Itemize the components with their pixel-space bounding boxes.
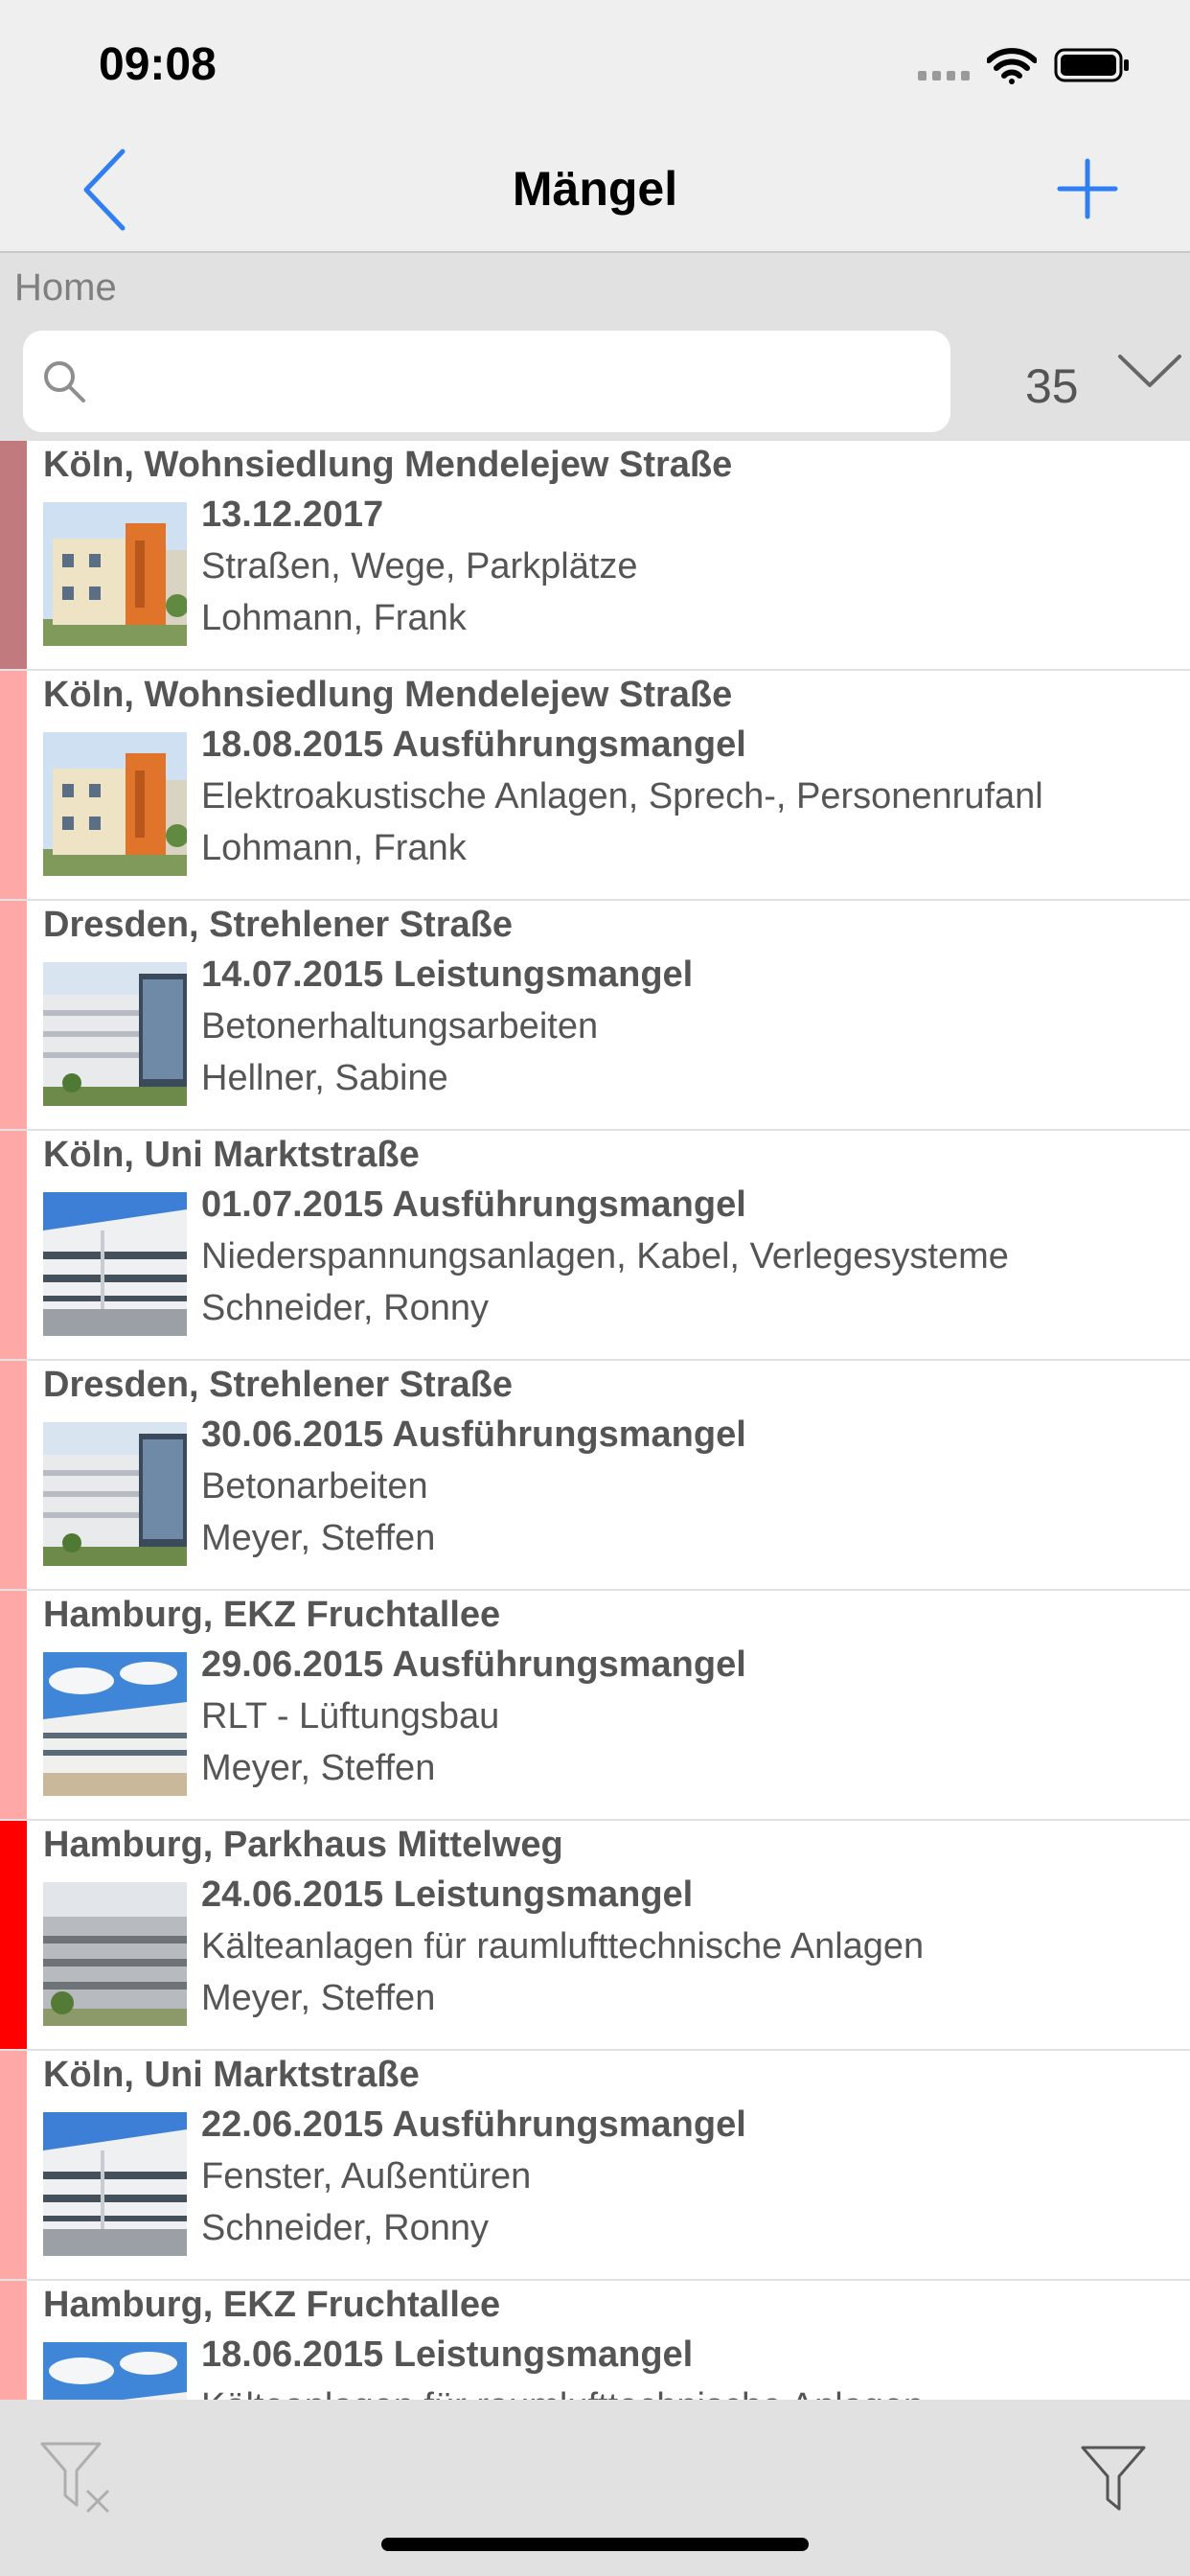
status-time: 09:08 [99,39,217,90]
plus-icon [1057,158,1118,219]
item-date-type: 18.06.2015 Leistungsmangel [201,2334,694,2375]
item-location: Hamburg, EKZ Fruchtallee [43,1595,501,1635]
filter-icon[interactable] [1079,2442,1148,2513]
list-item[interactable]: Dresden, Strehlener Straße 30.06.2015 Au… [0,1361,1190,1591]
item-location: Köln, Wohnsiedlung Mendelejew Straße [43,445,733,485]
list-item[interactable]: Köln, Uni Marktstraße 01.07.2015 Ausführ… [0,1131,1190,1361]
breadcrumb[interactable]: Home [14,266,117,310]
item-person: Hellner, Sabine [201,1058,448,1098]
item-trade: Fenster, Außentüren [201,2156,532,2196]
item-person: Lohmann, Frank [201,598,467,638]
office-white-photo [43,1192,187,1336]
search-icon [44,361,85,402]
mall-sky-photo [43,2342,187,2400]
priority-indicator [0,1591,27,1819]
item-location: Köln, Uni Marktstraße [43,1135,420,1175]
item-person: Schneider, Ronny [201,1288,489,1328]
filter-clear-icon[interactable] [38,2438,119,2515]
item-trade: RLT - Lüftungsbau [201,1696,500,1736]
item-date-type: 14.07.2015 Leistungsmangel [201,954,694,995]
item-person: Schneider, Ronny [201,2208,489,2248]
result-count: 35 [1025,359,1079,413]
item-person: Meyer, Steffen [201,1748,436,1788]
item-trade: Niederspannungsanlagen, Kabel, Verlegesy… [201,1236,1009,1276]
navigation-bar: Mängel [0,126,1190,253]
cellular-signal-icon [918,71,972,80]
priority-indicator [0,2281,27,2400]
home-indicator [381,2538,809,2551]
item-date-type: 30.06.2015 Ausführungsmangel [201,1414,746,1455]
office-white-photo [43,2112,187,2256]
item-trade: Elektroakustische Anlagen, Sprech-, Pers… [201,776,1043,816]
item-date-type: 24.06.2015 Leistungsmangel [201,1874,694,1915]
priority-indicator [0,1361,27,1589]
parking-garage-photo [43,1882,187,2026]
search-input[interactable] [23,331,950,432]
list-item[interactable]: Hamburg, EKZ Fruchtallee 29.06.2015 Ausf… [0,1591,1190,1821]
list-item[interactable]: Köln, Wohnsiedlung Mendelejew Straße 18.… [0,671,1190,901]
priority-indicator [0,1131,27,1359]
item-date-type: 22.06.2015 Ausführungsmangel [201,2104,746,2145]
list-item[interactable]: Hamburg, Parkhaus Mittelweg 24.06.2015 L… [0,1821,1190,2051]
item-trade: Kälteanlagen für raumlufttechnische Anla… [201,2386,924,2400]
item-location: Köln, Wohnsiedlung Mendelejew Straße [43,675,733,715]
building-orange-photo [43,502,187,646]
list-item[interactable]: Hamburg, EKZ Fruchtallee 18.06.2015 Leis… [0,2281,1190,2400]
item-location: Hamburg, EKZ Fruchtallee [43,2285,501,2325]
building-orange-photo [43,732,187,876]
office-glass-photo [43,962,187,1106]
item-location: Hamburg, Parkhaus Mittelweg [43,1825,563,1865]
priority-indicator [0,1821,27,2049]
item-trade: Betonerhaltungsarbeiten [201,1006,599,1046]
item-date-type: 29.06.2015 Ausführungsmangel [201,1644,746,1685]
wifi-icon [987,48,1037,84]
item-date-type: 01.07.2015 Ausführungsmangel [201,1184,746,1225]
office-glass-photo [43,1422,187,1566]
battery-icon [1054,48,1129,82]
item-location: Dresden, Strehlener Straße [43,1365,513,1405]
priority-indicator [0,2051,27,2279]
item-location: Dresden, Strehlener Straße [43,905,513,945]
add-button[interactable] [1054,155,1121,222]
search-header: Home 35 [0,253,1190,441]
priority-indicator [0,901,27,1129]
list-item[interactable]: Köln, Uni Marktstraße 22.06.2015 Ausführ… [0,2051,1190,2281]
list-item[interactable]: Köln, Wohnsiedlung Mendelejew Straße 13.… [0,441,1190,671]
mall-sky-photo [43,1652,187,1796]
priority-indicator [0,671,27,899]
item-date-type: 13.12.2017 [201,494,384,535]
item-location: Köln, Uni Marktstraße [43,2055,420,2095]
item-person: Meyer, Steffen [201,1518,436,1558]
priority-indicator [0,441,27,669]
defect-list: Köln, Wohnsiedlung Mendelejew Straße 13.… [0,441,1190,2400]
item-trade: Betonarbeiten [201,1466,428,1506]
item-date-type: 18.08.2015 Ausführungsmangel [201,724,746,765]
item-person: Lohmann, Frank [201,828,467,868]
chevron-down-icon[interactable] [1117,353,1182,391]
status-bar: 09:08 [0,0,1190,126]
page-title: Mängel [512,162,678,216]
item-person: Meyer, Steffen [201,1978,436,2018]
item-trade: Kälteanlagen für raumlufttechnische Anla… [201,1926,925,1966]
list-item[interactable]: Dresden, Strehlener Straße 14.07.2015 Le… [0,901,1190,1131]
item-trade: Straßen, Wege, Parkplätze [201,546,638,586]
